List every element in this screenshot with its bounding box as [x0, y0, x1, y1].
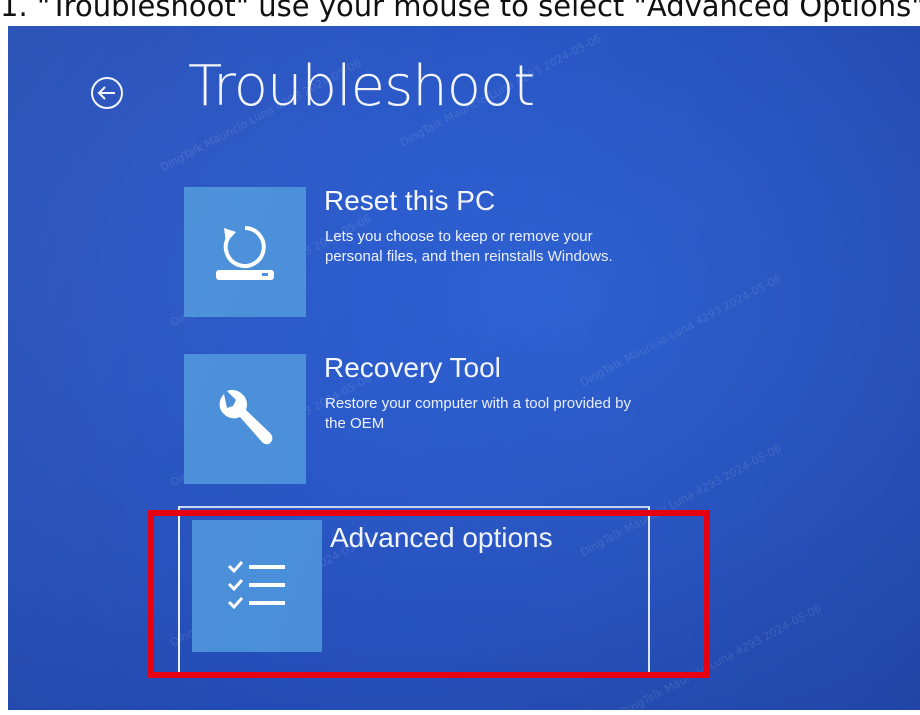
option-title: Recovery Tool	[324, 352, 501, 383]
option-title: Reset this PC	[324, 185, 496, 216]
arrow-left-circle-icon	[91, 77, 123, 109]
advanced-options-option[interactable]: Advanced options	[178, 506, 650, 678]
checklist-icon	[227, 561, 285, 610]
back-button[interactable]	[90, 76, 124, 110]
troubleshoot-screen: DingTalk Mauricio Luna 4293 2024-05-06 D…	[8, 24, 920, 710]
recovery-tile	[184, 354, 306, 484]
option-title: Advanced options	[330, 522, 553, 553]
option-description: Lets you choose to keep or remove your p…	[325, 228, 613, 265]
page-title: Troubleshoot	[188, 54, 535, 119]
reset-this-pc-option[interactable]: Reset this PC Lets you choose to keep or…	[184, 185, 654, 337]
recovery-tool-option[interactable]: Recovery Tool Restore your computer with…	[184, 352, 654, 504]
reset-pc-icon	[216, 226, 274, 280]
advanced-tile	[192, 520, 322, 652]
wrench-icon	[219, 390, 273, 445]
option-description: Restore your computer with a tool provid…	[325, 395, 631, 432]
reset-tile	[184, 187, 306, 317]
instruction-caption: 1. "Troubleshoot" use your mouse to sele…	[0, 0, 920, 26]
